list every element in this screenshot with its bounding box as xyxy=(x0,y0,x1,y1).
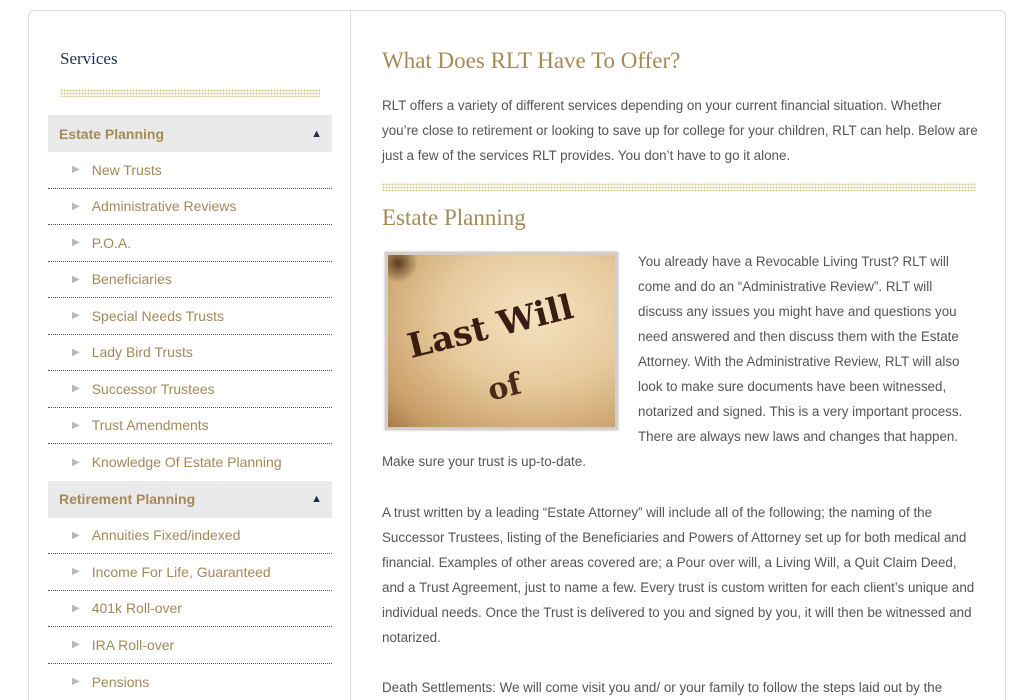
intro-paragraph: RLT offers a variety of different servic… xyxy=(382,98,978,163)
sidebar-item-label: Annuities Fixed/indexed xyxy=(91,527,241,544)
sidebar-item-label: Trust Amendments xyxy=(91,417,209,434)
content-card: Services Estate Planning ▲ ▶ New Trusts ▶… xyxy=(28,10,1006,700)
sidebar-item-lady-bird-trusts[interactable]: ▶ Lady Bird Trusts xyxy=(48,335,332,371)
caret-right-icon: ▶ xyxy=(72,529,80,541)
sidebar-item-label: Successor Trustees xyxy=(91,380,215,397)
triangle-up-icon: ▲ xyxy=(311,127,322,140)
page-title: What Does RLT Have To Offer? xyxy=(382,48,681,73)
accordion-items-estate-planning: ▶ New Trusts ▶ Administrative Reviews ▶ P.O… xyxy=(48,152,332,481)
last-will-image: Last Will of xyxy=(385,252,618,430)
sidebar-item-knowledge-of-estate-planning[interactable]: ▶ Knowledge Of Estate Planning xyxy=(48,444,332,481)
caret-right-icon: ▶ xyxy=(72,456,80,468)
caret-right-icon: ▶ xyxy=(72,639,80,651)
caret-right-icon: ▶ xyxy=(72,676,80,688)
sidebar-item-annuities[interactable]: ▶ Annuities Fixed/indexed xyxy=(48,518,332,554)
caret-right-icon: ▶ xyxy=(72,566,80,578)
caret-right-icon: ▶ xyxy=(72,419,80,431)
triangle-up-icon: ▲ xyxy=(311,493,322,505)
sidebar-item-income-for-life[interactable]: ▶ Income For Life, Guaranteed xyxy=(48,554,332,591)
sidebar-item-ira-roll-over[interactable]: ▶ IRA Roll-over xyxy=(48,627,332,664)
estate-planning-block: Last Will of You already have a Revocabl… xyxy=(382,249,978,474)
sidebar-item-label: Pensions xyxy=(91,673,150,690)
sidebar-item-label: Special Needs Trusts xyxy=(91,307,224,324)
sidebar-item-label: Beneficiaries xyxy=(91,271,172,288)
sidebar-item-label: Knowledge Of Estate Planning xyxy=(91,454,282,471)
sidebar-item-special-needs-trusts[interactable]: ▶ Special Needs Trusts xyxy=(48,298,332,335)
trust-details-paragraph: A trust written by a leading “Estate Att… xyxy=(382,505,975,645)
caret-right-icon: ▶ xyxy=(72,383,80,395)
sidebar-item-label: New Trusts xyxy=(91,161,162,178)
image-script-text: Last Will xyxy=(403,287,578,367)
caret-right-icon: ▶ xyxy=(72,164,80,176)
caret-right-icon: ▶ xyxy=(72,237,80,249)
death-settlements-paragraph: Death Settlements: We will come visit yo… xyxy=(382,680,943,695)
caret-right-icon: ▶ xyxy=(72,310,80,322)
sidebar-item-beneficiaries[interactable]: ▶ Beneficiaries xyxy=(48,262,332,298)
accordion-header-label: Retirement Planning xyxy=(59,491,196,507)
section-title: Estate Planning xyxy=(382,205,526,230)
image-shadow xyxy=(388,255,418,283)
sidebar-item-successor-trustees[interactable]: ▶ Successor Trustees xyxy=(48,371,332,408)
sidebar-item-label: Lady Bird Trusts xyxy=(91,344,193,361)
sidebar-item-label: Income For Life, Guaranteed xyxy=(91,563,271,580)
sidebar-accordion: Estate Planning ▲ ▶ New Trusts ▶ Administr… xyxy=(48,115,332,700)
sidebar-item-401k-roll-over[interactable]: ▶ 401k Roll-over xyxy=(48,591,332,627)
sidebar-title: Services xyxy=(60,49,118,68)
content-dotted-separator xyxy=(382,183,976,191)
accordion-header-retirement-planning[interactable]: Retirement Planning ▲ xyxy=(48,480,332,518)
sidebar-item-poa[interactable]: ▶ P.O.A. xyxy=(48,225,332,262)
accordion-header-label: Estate Planning xyxy=(59,125,165,142)
accordion-items-retirement-planning: ▶ Annuities Fixed/indexed ▶ Income For Lif… xyxy=(48,518,332,700)
caret-right-icon: ▶ xyxy=(72,200,80,212)
sidebar-item-label: 401k Roll-over xyxy=(91,600,182,617)
sidebar-item-trust-amendments[interactable]: ▶ Trust Amendments xyxy=(48,408,332,444)
sidebar-item-label: IRA Roll-over xyxy=(91,636,175,653)
sidebar-item-pensions[interactable]: ▶ Pensions xyxy=(48,664,332,700)
sidebar-item-administrative-reviews[interactable]: ▶ Administrative Reviews xyxy=(48,189,332,225)
sidebar-dotted-separator xyxy=(60,89,320,97)
column-divider xyxy=(350,11,351,700)
image-script-text: of xyxy=(484,366,525,409)
caret-right-icon: ▶ xyxy=(72,346,80,358)
sidebar-item-label: Administrative Reviews xyxy=(91,198,237,215)
accordion-header-estate-planning[interactable]: Estate Planning ▲ xyxy=(48,115,332,152)
caret-right-icon: ▶ xyxy=(72,602,80,614)
caret-right-icon: ▶ xyxy=(72,273,80,285)
sidebar-item-new-trusts[interactable]: ▶ New Trusts xyxy=(48,152,332,189)
sidebar-item-label: P.O.A. xyxy=(91,234,132,251)
